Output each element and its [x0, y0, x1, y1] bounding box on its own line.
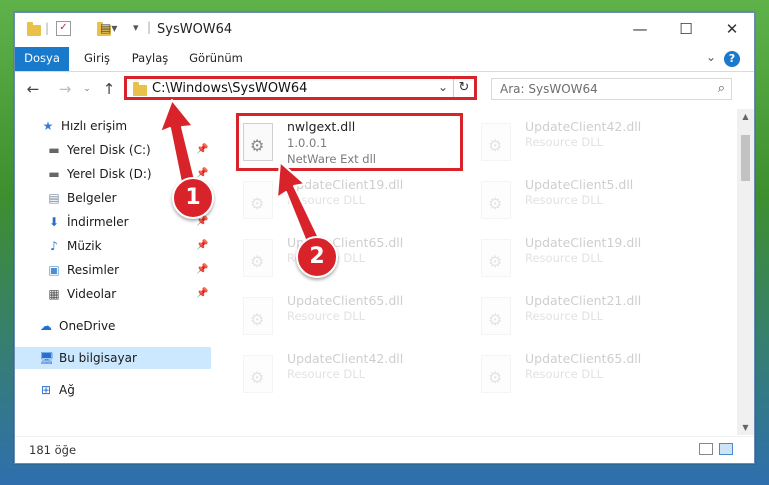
step-badge-1: 1: [172, 177, 214, 219]
arrow-2: [276, 161, 319, 245]
arrow-1: [159, 99, 197, 188]
step-badge-2: 2: [296, 236, 338, 278]
annotation-arrows: [159, 99, 319, 245]
